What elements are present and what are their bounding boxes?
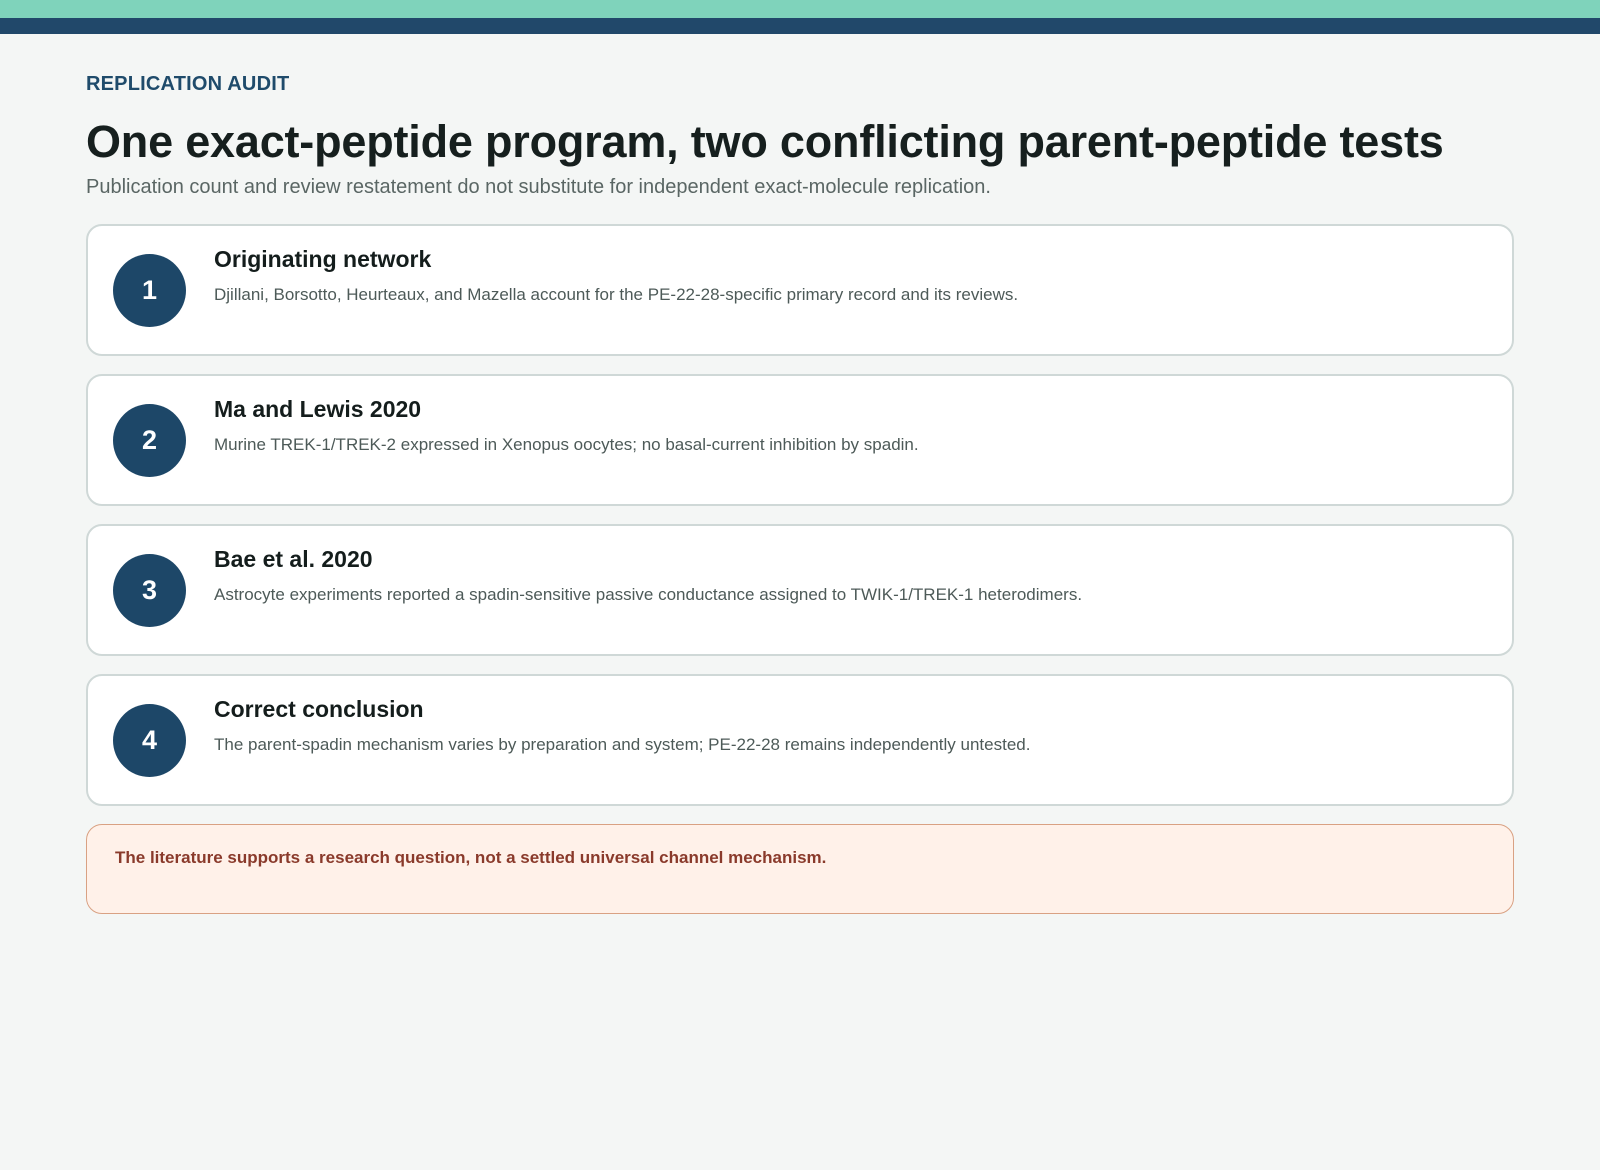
evidence-card-conclusion: 4 Correct conclusion The parent-spadin m… xyxy=(86,674,1514,806)
evidence-card-ma-lewis: 2 Ma and Lewis 2020 Murine TREK-1/TREK-2… xyxy=(86,374,1514,506)
card-title: Ma and Lewis 2020 xyxy=(214,396,422,422)
page-subtitle: Publication count and review restatement… xyxy=(86,176,991,198)
evidence-card-originating-network: 1 Originating network Djillani, Borsotto… xyxy=(86,224,1514,356)
content: REPLICATION AUDIT One exact-peptide prog… xyxy=(86,72,1514,914)
step-number-badge: 2 xyxy=(113,404,186,477)
conclusion-callout: The literature supports a research quest… xyxy=(86,824,1514,914)
card-text: Murine TREK-1/TREK-2 expressed in Xenopu… xyxy=(214,435,919,454)
step-number-badge: 1 xyxy=(113,254,186,327)
card-title: Originating network xyxy=(214,246,432,272)
evidence-card-bae: 3 Bae et al. 2020 Astrocyte experiments … xyxy=(86,524,1514,656)
card-text: Astrocyte experiments reported a spadin-… xyxy=(214,585,1083,604)
card-text: The parent-spadin mechanism varies by pr… xyxy=(214,735,1031,754)
eyebrow-label: REPLICATION AUDIT xyxy=(86,73,290,95)
step-number-badge: 3 xyxy=(113,554,186,627)
card-title: Correct conclusion xyxy=(214,696,424,722)
step-number-badge: 4 xyxy=(113,704,186,777)
top-accent-bar xyxy=(0,0,1600,18)
evidence-list: 1 Originating network Djillani, Borsotto… xyxy=(86,224,1514,806)
page-title: One exact-peptide program, two conflicti… xyxy=(86,116,1444,167)
card-title: Bae et al. 2020 xyxy=(214,546,373,572)
callout-text: The literature supports a research quest… xyxy=(115,848,827,867)
top-navy-bar xyxy=(0,18,1600,34)
card-text: Djillani, Borsotto, Heurteaux, and Mazel… xyxy=(214,285,1019,304)
